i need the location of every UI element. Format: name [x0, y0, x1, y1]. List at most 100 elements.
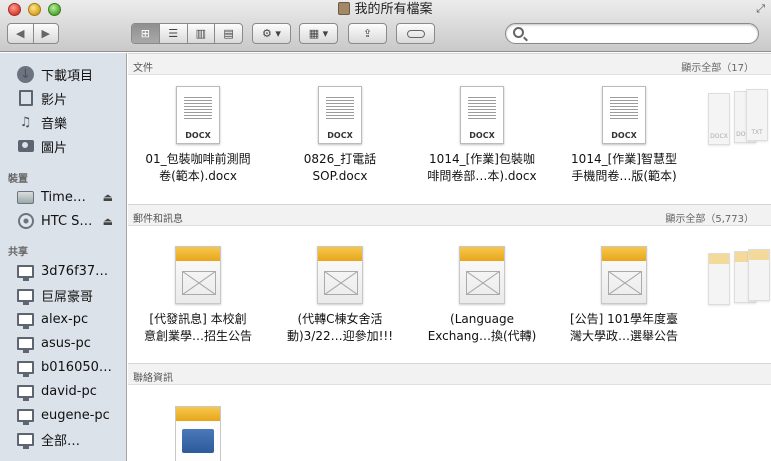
- search-icon: [513, 27, 524, 38]
- sidebar-item-label: 影片: [41, 92, 68, 108]
- computer-icon: [17, 383, 34, 401]
- mail-message-icon: [459, 246, 505, 304]
- more-mail-stack[interactable]: [708, 253, 730, 305]
- mail-item[interactable]: (代轉C棟女舍活 動)3/22…迎參加!!!: [270, 246, 410, 345]
- fullscreen-icon[interactable]: ⤢: [756, 2, 765, 16]
- sidebar-item-label: asus-pc: [41, 335, 91, 351]
- sidebar-item-shared[interactable]: asus-pc: [17, 332, 125, 354]
- sidebar-item-shared[interactable]: b016050…: [17, 356, 125, 378]
- eject-icon[interactable]: ⏏: [103, 215, 113, 228]
- mail-item[interactable]: [代發訊息] 本校創 意創業學…招生公告: [128, 246, 268, 345]
- coverflow-view-button[interactable]: ▤: [214, 24, 242, 43]
- more-files-stack[interactable]: TXT: [746, 89, 768, 141]
- tag-icon: [406, 29, 425, 38]
- window-toolbar: 我的所有檔案 ⤢ ◀ ▶ ⊞ ☰ ▥ ▤ ⚙ ▾ ▦ ▾ ⇪: [0, 0, 771, 52]
- more-files-stack[interactable]: DOCX: [708, 93, 730, 145]
- sidebar-item-label: 巨屌豪哥: [41, 289, 94, 305]
- icon-view-button[interactable]: ⊞: [132, 24, 159, 43]
- more-mail-stack[interactable]: [748, 249, 770, 301]
- sidebar-item-label: 音樂: [41, 116, 68, 132]
- computer-icon: [17, 359, 34, 377]
- disk-icon: [17, 189, 34, 206]
- sidebar-item-shared[interactable]: 巨屌豪哥: [17, 284, 125, 306]
- forward-button[interactable]: ▶: [34, 27, 59, 40]
- arrange-menu-button[interactable]: ▦ ▾: [299, 23, 338, 44]
- section-title: 郵件和訊息: [133, 214, 183, 225]
- docx-file-icon: DOCX: [176, 86, 220, 144]
- back-forward-buttons: ◀ ▶: [7, 23, 59, 44]
- mail-item[interactable]: [公告] 101學年度臺 灣大學政…選舉公告: [554, 246, 694, 345]
- section-header-documents: 文件 顯示全部（17）: [128, 53, 771, 75]
- all-my-files-view: 文件 顯示全部（17） DOCX 01_包裝咖啡前測問 卷(範本).docx DO…: [128, 53, 771, 461]
- file-item[interactable]: DOCX 0826_打電話 SOP.docx: [270, 86, 410, 185]
- sidebar-item-shared[interactable]: eugene-pc: [17, 404, 125, 426]
- docx-file-icon: DOCX: [460, 86, 504, 144]
- share-button[interactable]: ⇪: [348, 23, 387, 44]
- mail-subject: [代發訊息] 本校創 意創業學…招生公告: [143, 312, 252, 343]
- file-name: 1014_[作業]包裝咖 啡問卷部…本).docx: [427, 152, 537, 183]
- sidebar-item-downloads[interactable]: ↓ 下載項目: [17, 63, 125, 85]
- file-name: 01_包裝咖啡前測問 卷(範本).docx: [145, 152, 251, 183]
- sidebar-item-label: 3d76f37…: [41, 263, 109, 279]
- docx-file-icon: DOCX: [318, 86, 362, 144]
- sidebar-item-time-machine[interactable]: Time… ⏏: [17, 186, 125, 208]
- movies-icon: [17, 90, 34, 107]
- sidebar: ↓ 下載項目 影片 ♫ 音樂 圖片 裝置 Time… ⏏ HTC S… ⏏ 共享…: [0, 53, 127, 461]
- mail-subject: (代轉C棟女舍活 動)3/22…迎參加!!!: [286, 312, 394, 343]
- show-all-link[interactable]: 顯示全部（5,773）: [665, 210, 754, 225]
- computer-icon: [17, 407, 34, 425]
- sidebar-item-music[interactable]: ♫ 音樂: [17, 111, 125, 133]
- show-all-link[interactable]: 顯示全部（17）: [681, 59, 754, 74]
- sidebar-item-label: 下載項目: [41, 68, 94, 84]
- section-title: 文件: [133, 63, 153, 74]
- sidebar-section-shared: 共享: [8, 247, 28, 258]
- mail-message-icon: [601, 246, 647, 304]
- action-menu-button[interactable]: ⚙ ▾: [252, 23, 291, 44]
- sidebar-item-pictures[interactable]: 圖片: [17, 135, 125, 157]
- sidebar-item-shared[interactable]: david-pc: [17, 380, 125, 402]
- computer-icon: [17, 287, 34, 305]
- music-icon: ♫: [19, 114, 32, 130]
- section-title: 聯絡資訊: [133, 373, 173, 384]
- sidebar-item-shared[interactable]: 3d76f37…: [17, 260, 125, 282]
- sidebar-section-devices: 裝置: [8, 174, 28, 185]
- back-button[interactable]: ◀: [8, 27, 33, 40]
- tags-button[interactable]: [396, 23, 435, 44]
- sidebar-item-movies[interactable]: 影片: [17, 87, 125, 109]
- search-input[interactable]: [505, 23, 759, 44]
- sidebar-item-label: HTC S…: [41, 213, 93, 229]
- mail-subject: (Language Exchang…換(代轉): [427, 312, 537, 343]
- mail-message-icon: [175, 246, 221, 304]
- sidebar-item-label: david-pc: [41, 383, 97, 399]
- computer-icon: [17, 311, 34, 329]
- sidebar-item-shared[interactable]: alex-pc: [17, 308, 125, 330]
- eject-icon[interactable]: ⏏: [103, 191, 113, 204]
- pictures-icon: [17, 138, 34, 155]
- window-title: 我的所有檔案: [0, 1, 771, 19]
- docx-file-icon: DOCX: [602, 86, 646, 144]
- file-item[interactable]: DOCX 1014_[作業]包裝咖 啡問卷部…本).docx: [412, 86, 552, 185]
- section-header-mail: 郵件和訊息 顯示全部（5,773）: [128, 204, 771, 226]
- computer-icon: [17, 335, 34, 353]
- sidebar-item-label: 全部…: [41, 433, 81, 449]
- contact-item[interactable]: [128, 406, 268, 461]
- sidebar-item-all-shared[interactable]: 全部…: [17, 428, 125, 450]
- file-item[interactable]: DOCX 01_包裝咖啡前測問 卷(範本).docx: [128, 86, 268, 185]
- sidebar-item-label: Time…: [41, 189, 86, 205]
- sidebar-item-label: 圖片: [41, 140, 68, 156]
- list-view-button[interactable]: ☰: [158, 24, 187, 43]
- mail-item[interactable]: (Language Exchang…換(代轉): [412, 246, 552, 345]
- sidebar-item-label: b016050…: [41, 359, 112, 375]
- view-mode-buttons: ⊞ ☰ ▥ ▤: [131, 23, 243, 44]
- sidebar-item-htc[interactable]: HTC S… ⏏: [17, 210, 125, 232]
- file-item[interactable]: DOCX 1014_[作業]智慧型 手機問卷…版(範本): [554, 86, 694, 185]
- column-view-button[interactable]: ▥: [186, 24, 215, 43]
- file-name: 1014_[作業]智慧型 手機問卷…版(範本): [571, 152, 677, 183]
- disc-icon: [17, 213, 34, 230]
- mail-subject: [公告] 101學年度臺 灣大學政…選舉公告: [569, 312, 679, 343]
- network-icon: [17, 431, 34, 449]
- file-name: 0826_打電話 SOP.docx: [303, 152, 377, 183]
- sidebar-item-label: eugene-pc: [41, 407, 110, 423]
- download-icon: ↓: [17, 65, 34, 83]
- mail-message-icon: [317, 246, 363, 304]
